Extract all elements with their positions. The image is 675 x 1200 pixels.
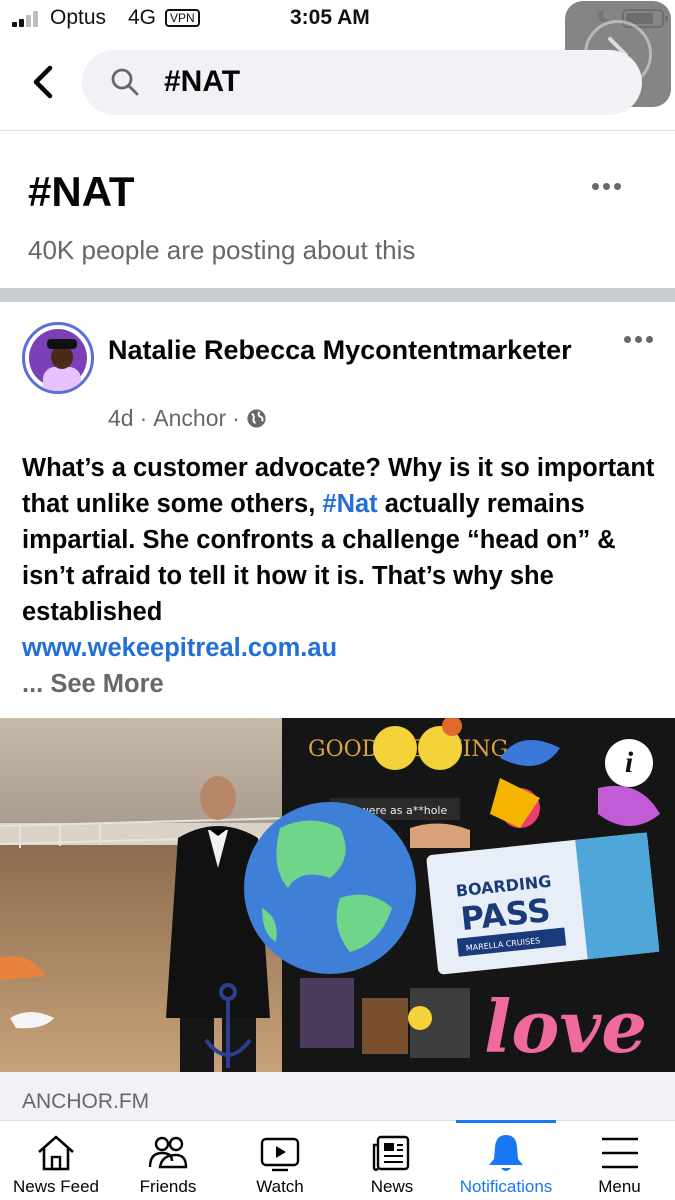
tab-label: Friends: [139, 1177, 197, 1196]
status-time: 3:05 AM: [290, 6, 370, 29]
tab-friends[interactable]: Friends: [112, 1121, 224, 1200]
meta-separator: ·: [232, 405, 240, 431]
hashtag-title: #NAT: [28, 168, 135, 215]
hashtag-subtitle: 40K people are posting about this: [28, 235, 416, 265]
hashtag-link[interactable]: #Nat: [322, 490, 377, 518]
post-time[interactable]: 4d: [108, 405, 134, 432]
section-divider: [0, 288, 675, 302]
bottom-tab-bar: News Feed Friends Watch News Notificatio…: [0, 1120, 675, 1200]
tab-label: News Feed: [13, 1177, 99, 1196]
post-text: What’s a customer advocate? Why is it so…: [22, 450, 662, 630]
post-image[interactable]: GOOD MORNING you were as a**hole BOARDIN…: [0, 718, 675, 1072]
post-meta: 4d · Anchor ·: [108, 405, 267, 432]
header-divider: [0, 130, 675, 131]
search-query[interactable]: #NAT: [164, 65, 240, 99]
tab-label: Menu: [598, 1177, 641, 1196]
signal-icon: [12, 11, 42, 27]
news-icon: [372, 1135, 410, 1171]
network-label: 4G: [128, 6, 157, 29]
tab-label: Watch: [256, 1177, 304, 1196]
tab-notifications[interactable]: Notifications: [448, 1121, 564, 1200]
vpn-badge: VPN: [165, 9, 200, 27]
bell-icon: [489, 1135, 523, 1171]
link-domain[interactable]: ANCHOR.FM: [22, 1090, 149, 1114]
info-icon[interactable]: i: [605, 739, 653, 787]
globe-icon: [247, 409, 266, 428]
post-author-name[interactable]: Natalie Rebecca Mycontentmarketer: [108, 332, 578, 368]
carrier-label: Optus: [50, 6, 107, 29]
search-icon: [111, 68, 139, 96]
tab-news-feed[interactable]: News Feed: [0, 1121, 112, 1200]
post-image-artwork: GOOD MORNING you were as a**hole BOARDIN…: [0, 718, 675, 1072]
tab-watch[interactable]: Watch: [224, 1121, 336, 1200]
tab-news[interactable]: News: [336, 1121, 448, 1200]
post-location[interactable]: Anchor: [153, 405, 226, 432]
friends-icon: [148, 1136, 188, 1169]
author-avatar[interactable]: [22, 322, 94, 394]
tab-menu[interactable]: Menu: [564, 1121, 675, 1200]
back-arrow-icon[interactable]: [28, 64, 60, 100]
tab-label: Notifications: [459, 1177, 553, 1196]
post-website-link[interactable]: www.wekeepitreal.com.au: [22, 630, 337, 666]
active-tab-indicator: [456, 1120, 556, 1123]
post-more-options-icon[interactable]: [624, 336, 656, 346]
see-more-link[interactable]: ... See More: [22, 666, 164, 702]
search-input[interactable]: #NAT: [82, 50, 642, 115]
tab-label: News: [370, 1177, 414, 1196]
meta-separator: ·: [139, 405, 148, 431]
watch-icon: [260, 1137, 300, 1172]
hashtag-more-options-icon[interactable]: [592, 183, 624, 195]
menu-icon: [601, 1137, 638, 1169]
home-icon: [38, 1135, 74, 1171]
love-text: love: [484, 984, 647, 1069]
